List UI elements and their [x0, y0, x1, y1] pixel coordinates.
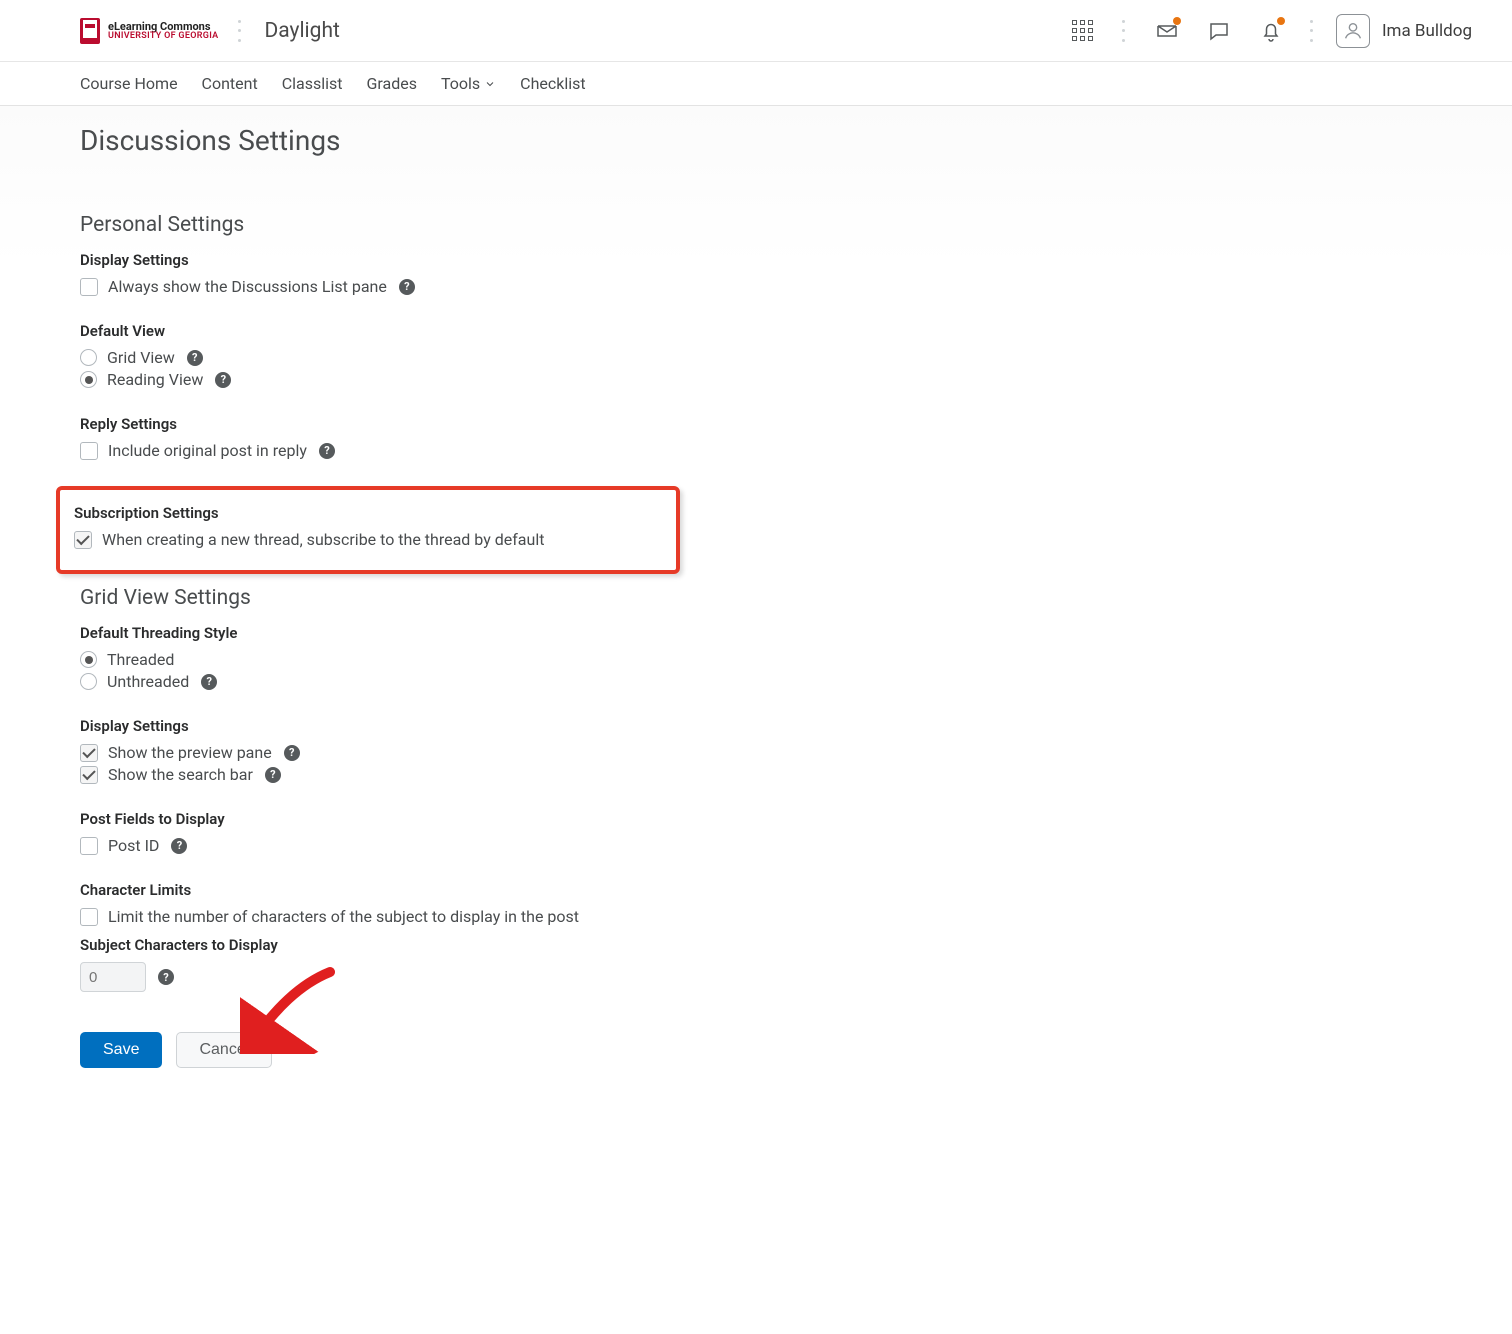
show-search-checkbox[interactable] — [80, 766, 98, 784]
post-fields-group: Post Fields to Display Post ID ? — [80, 810, 1432, 855]
grid-display-settings-heading: Display Settings — [80, 717, 1432, 735]
topbar-right: Ima Bulldog — [1064, 12, 1472, 50]
grid-display-settings-group: Display Settings Show the preview pane ?… — [80, 717, 1432, 784]
subscription-highlight: Subscription Settings When creating a ne… — [56, 486, 680, 574]
button-bar: Save Cancel — [80, 1032, 1432, 1068]
grid-view-radio[interactable] — [80, 349, 97, 366]
course-name[interactable]: Daylight — [264, 19, 339, 43]
always-show-list-checkbox[interactable] — [80, 278, 98, 296]
nav-tools-dropdown[interactable]: Tools — [441, 74, 496, 93]
topbar-left: eLearning Commons UNIVERSITY OF GEORGIA … — [80, 18, 340, 44]
notification-dot-icon — [1173, 17, 1181, 25]
nav-content[interactable]: Content — [202, 74, 258, 93]
app-switcher-button[interactable] — [1064, 12, 1102, 50]
show-preview-label: Show the preview pane — [108, 743, 272, 762]
help-icon[interactable]: ? — [265, 767, 281, 783]
show-search-label: Show the search bar — [108, 765, 253, 784]
logo-text: eLearning Commons UNIVERSITY OF GEORGIA — [108, 21, 218, 41]
post-fields-heading: Post Fields to Display — [80, 810, 1432, 828]
post-id-checkbox[interactable] — [80, 837, 98, 855]
help-icon[interactable]: ? — [215, 372, 231, 388]
notification-dot-icon — [1277, 17, 1285, 25]
top-bar: eLearning Commons UNIVERSITY OF GEORGIA … — [0, 0, 1512, 62]
subject-chars-heading: Subject Characters to Display — [80, 936, 1432, 954]
apps-grid-icon — [1072, 20, 1093, 41]
cancel-button[interactable]: Cancel — [176, 1032, 272, 1068]
help-icon[interactable]: ? — [171, 838, 187, 854]
page-title: Discussions Settings — [80, 124, 1432, 157]
auto-subscribe-label: When creating a new thread, subscribe to… — [102, 530, 544, 549]
logo-line1: eLearning Commons — [108, 21, 218, 32]
nav-classlist[interactable]: Classlist — [282, 74, 343, 93]
always-show-list-label: Always show the Discussions List pane — [108, 277, 387, 296]
nav-checklist[interactable]: Checklist — [520, 74, 585, 93]
nav-course-home[interactable]: Course Home — [80, 74, 178, 93]
character-limits-heading: Character Limits — [80, 881, 1432, 899]
chat-bubble-icon — [1207, 19, 1231, 43]
help-icon[interactable]: ? — [187, 350, 203, 366]
reading-view-radio[interactable] — [80, 371, 97, 388]
subscription-settings-heading: Subscription Settings — [74, 504, 662, 522]
page-content: Discussions Settings Personal Settings D… — [0, 106, 1512, 1128]
chevron-down-icon — [484, 78, 496, 90]
unthreaded-radio[interactable] — [80, 673, 97, 690]
help-icon[interactable]: ? — [319, 443, 335, 459]
threading-style-group: Default Threading Style Threaded Unthrea… — [80, 624, 1432, 691]
org-logo[interactable]: eLearning Commons UNIVERSITY OF GEORGIA — [80, 18, 218, 44]
reply-settings-heading: Reply Settings — [80, 415, 1432, 433]
grid-view-label: Grid View — [107, 348, 175, 367]
limit-chars-label: Limit the number of characters of the su… — [108, 907, 579, 926]
chat-button[interactable] — [1200, 12, 1238, 50]
threaded-label: Threaded — [107, 650, 174, 669]
uga-arch-icon — [80, 18, 100, 44]
reading-view-label: Reading View — [107, 370, 203, 389]
alerts-button[interactable] — [1252, 12, 1290, 50]
help-icon[interactable]: ? — [201, 674, 217, 690]
separator-dots-icon — [1310, 20, 1316, 42]
profile-menu[interactable]: Ima Bulldog — [1336, 14, 1472, 48]
post-id-label: Post ID — [108, 836, 159, 855]
separator-dots-icon — [238, 20, 244, 42]
separator-dots-icon — [1122, 20, 1128, 42]
include-original-label: Include original post in reply — [108, 441, 307, 460]
auto-subscribe-checkbox[interactable] — [74, 531, 92, 549]
help-icon[interactable]: ? — [158, 969, 174, 985]
default-view-group: Default View Grid View ? Reading View ? — [80, 322, 1432, 389]
help-icon[interactable]: ? — [399, 279, 415, 295]
messages-button[interactable] — [1148, 12, 1186, 50]
logo-line2: UNIVERSITY OF GEORGIA — [108, 32, 218, 41]
default-view-heading: Default View — [80, 322, 1432, 340]
character-limits-group: Character Limits Limit the number of cha… — [80, 881, 1432, 992]
limit-chars-checkbox[interactable] — [80, 908, 98, 926]
threading-style-heading: Default Threading Style — [80, 624, 1432, 642]
threaded-radio[interactable] — [80, 651, 97, 668]
show-preview-checkbox[interactable] — [80, 744, 98, 762]
save-button[interactable]: Save — [80, 1032, 162, 1068]
personal-settings-heading: Personal Settings — [80, 213, 1432, 237]
subject-chars-input[interactable] — [80, 962, 146, 992]
username-label: Ima Bulldog — [1382, 21, 1472, 41]
include-original-checkbox[interactable] — [80, 442, 98, 460]
help-icon[interactable]: ? — [284, 745, 300, 761]
course-nav: Course Home Content Classlist Grades Too… — [0, 62, 1512, 106]
person-icon — [1342, 20, 1364, 42]
display-settings-group: Display Settings Always show the Discuss… — [80, 251, 1432, 296]
unthreaded-label: Unthreaded — [107, 672, 189, 691]
reply-settings-group: Reply Settings Include original post in … — [80, 415, 1432, 460]
nav-grades[interactable]: Grades — [367, 74, 417, 93]
display-settings-heading: Display Settings — [80, 251, 1432, 269]
avatar — [1336, 14, 1370, 48]
nav-tools-label: Tools — [441, 74, 480, 93]
grid-view-settings-heading: Grid View Settings — [80, 586, 1432, 610]
